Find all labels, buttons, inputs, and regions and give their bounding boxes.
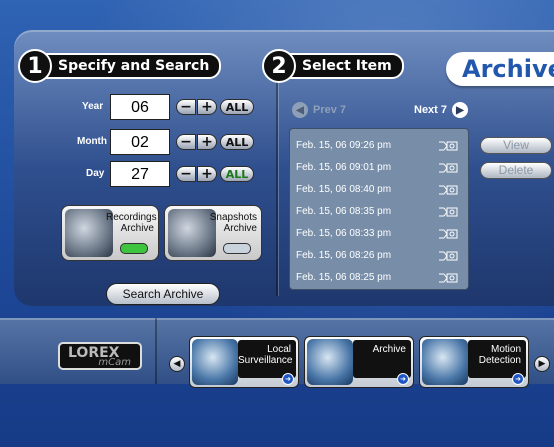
page-title: Archive (462, 55, 554, 83)
step-2-number: 2 (262, 49, 296, 83)
bottom-divider (155, 318, 157, 384)
carousel-right-arrow-icon[interactable]: ▶ (534, 356, 550, 372)
month-field[interactable]: 02 (110, 129, 170, 155)
arrow-left-icon: ◀ (292, 102, 308, 118)
camera-event-icon (439, 207, 458, 217)
list-item[interactable]: Feb. 15, 06 08:40 pm (296, 181, 464, 199)
day-decrement-button[interactable]: − (176, 166, 196, 182)
year-increment-button[interactable]: + (197, 99, 217, 115)
prev-7-button[interactable]: ◀ Prev 7 (292, 102, 346, 118)
recordings-selected-indicator (120, 243, 148, 254)
month-decrement-button[interactable]: − (176, 134, 196, 150)
month-all-button[interactable]: ALL (220, 134, 254, 150)
day-controls: − + ALL (176, 166, 254, 182)
step-2-label: Select Item (278, 53, 404, 79)
month-increment-button[interactable]: + (197, 134, 217, 150)
day-label: Day (86, 168, 105, 179)
year-controls: − + ALL (176, 99, 254, 115)
camera-event-icon (439, 185, 458, 195)
year-all-button[interactable]: ALL (220, 99, 254, 115)
archive-title-badge: Archive (446, 52, 554, 86)
day-all-button[interactable]: ALL (220, 166, 254, 182)
list-item[interactable]: Feb. 15, 06 08:26 pm (296, 247, 464, 265)
snapshots-archive-label: Snapshots Archive (209, 212, 257, 234)
step-1-label: Specify and Search (34, 53, 222, 79)
carousel-left-arrow-icon[interactable]: ◀ (169, 356, 185, 372)
snapshots-archive-card[interactable]: Snapshots Archive (164, 205, 262, 261)
camera-event-icon (439, 163, 458, 173)
camera-event-icon (439, 141, 458, 151)
go-arrow-icon: ➜ (397, 373, 409, 385)
year-field[interactable]: 06 (110, 94, 170, 120)
year-label: Year (82, 101, 104, 112)
motion-detection-tile[interactable]: Motion Detection ➜ (419, 336, 529, 388)
next-7-button[interactable]: Next 7 ▶ (414, 102, 469, 118)
camera-event-icon (439, 273, 458, 283)
camera-event-icon (439, 229, 458, 239)
day-increment-button[interactable]: + (197, 166, 217, 182)
surveillance-camera-icon (192, 339, 238, 385)
list-item[interactable]: Feb. 15, 06 08:25 pm (296, 269, 464, 287)
month-controls: − + ALL (176, 134, 254, 150)
go-arrow-icon: ➜ (512, 373, 524, 385)
step-1-number: 1 (18, 49, 52, 83)
recordings-archive-label: Recordings Archive (106, 212, 157, 234)
delete-button[interactable]: Delete (480, 162, 552, 179)
motion-figure-icon (422, 339, 468, 385)
go-arrow-icon: ➜ (282, 373, 294, 385)
camera-event-icon (439, 251, 458, 261)
list-item[interactable]: Feb. 15, 06 09:01 pm (296, 159, 464, 177)
film-reel-icon (307, 339, 353, 385)
lorex-logo: LOREX mCam (58, 342, 142, 370)
arrow-right-icon: ▶ (452, 102, 469, 118)
step-1-header: 1 Specify and Search (18, 49, 222, 83)
year-decrement-button[interactable]: − (176, 99, 196, 115)
month-label: Month (77, 136, 107, 147)
snapshots-selected-indicator (223, 243, 251, 254)
view-button[interactable]: View (480, 137, 552, 154)
list-item[interactable]: Feb. 15, 06 08:33 pm (296, 225, 464, 243)
list-item[interactable]: Feb. 15, 06 08:35 pm (296, 203, 464, 221)
step-2-header: 2 Select Item (262, 49, 404, 83)
section-divider (276, 60, 278, 296)
list-item[interactable]: Feb. 15, 06 09:26 pm (296, 137, 464, 155)
search-archive-button[interactable]: Search Archive (106, 283, 220, 305)
archive-tile[interactable]: Archive ➜ (304, 336, 414, 388)
local-surveillance-tile[interactable]: Local Surveillance ➜ (189, 336, 299, 388)
archive-item-list: Feb. 15, 06 09:26 pm Feb. 15, 06 09:01 p… (289, 128, 469, 290)
day-field[interactable]: 27 (110, 161, 170, 187)
recordings-archive-card[interactable]: Recordings Archive (61, 205, 159, 261)
